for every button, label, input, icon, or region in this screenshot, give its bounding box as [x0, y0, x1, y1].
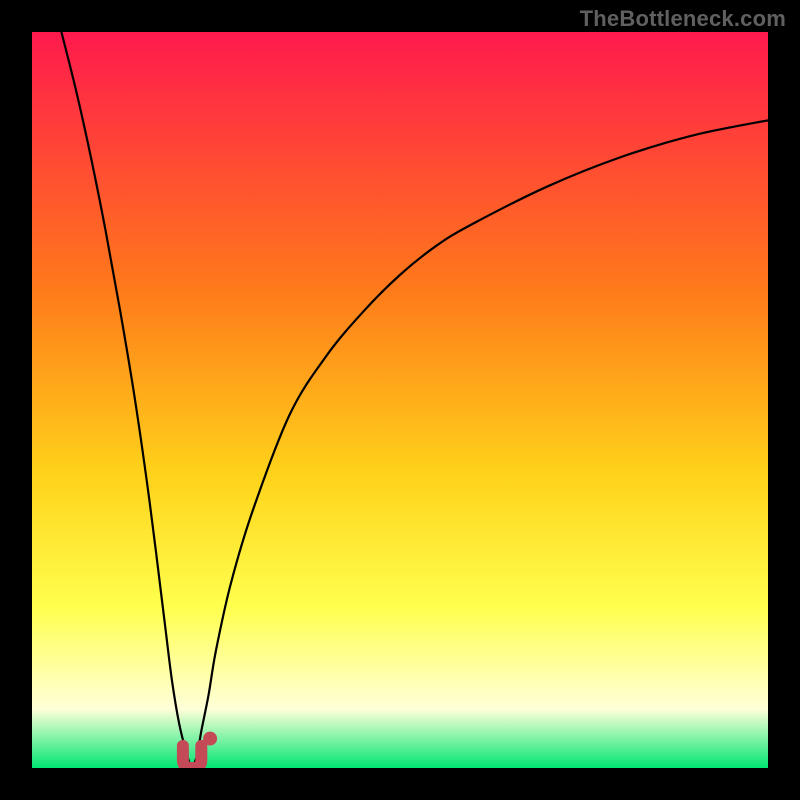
chart-svg: [32, 32, 768, 768]
highlight-dot-marker: [203, 732, 217, 746]
chart-frame: TheBottleneck.com: [0, 0, 800, 800]
watermark: TheBottleneck.com: [580, 6, 786, 32]
plot-area: [32, 32, 768, 768]
gradient-background: [32, 32, 768, 768]
